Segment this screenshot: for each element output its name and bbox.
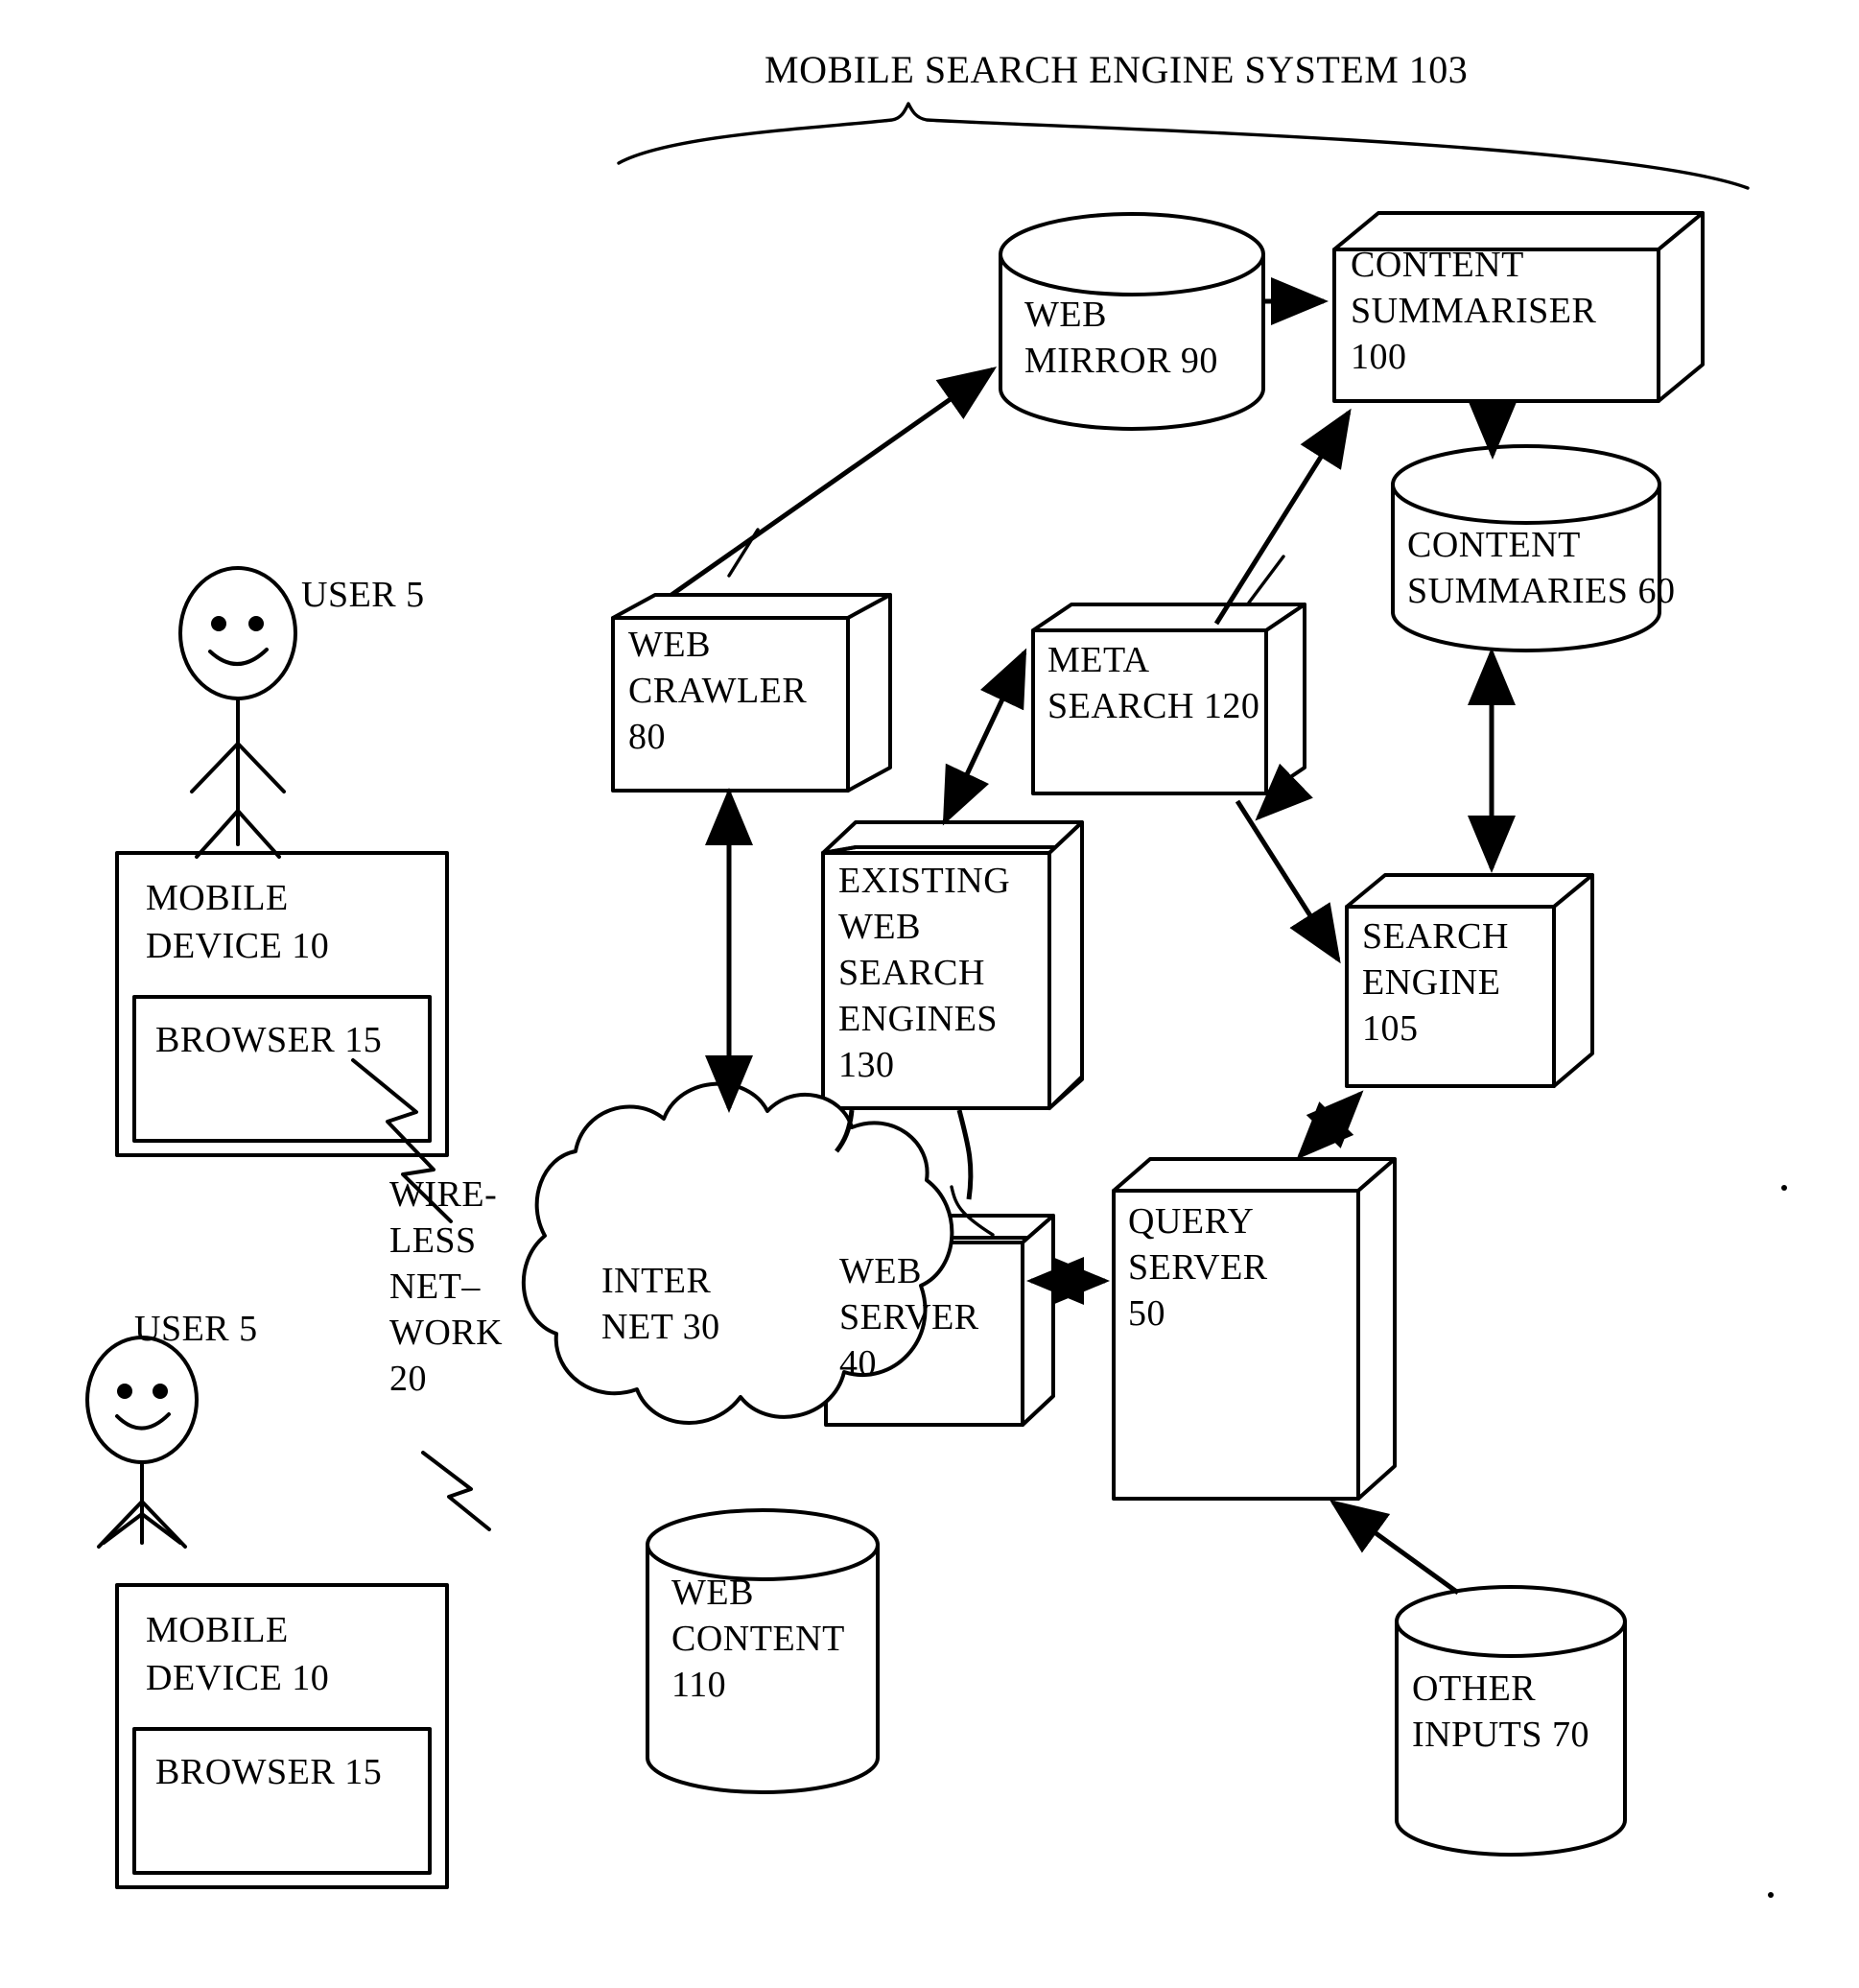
web-content-line2: CONTENT	[671, 1619, 845, 1659]
mobile-device-top-label-line2: DEVICE 10	[146, 926, 329, 966]
wireless-network-line1: WIRE-	[389, 1174, 497, 1215]
search-engine-line2: ENGINE	[1362, 962, 1500, 1003]
connector-crawler-to-mirror	[670, 367, 998, 598]
system-brace	[617, 102, 1750, 190]
content-summaries-line1: CONTENT	[1407, 525, 1581, 565]
existing-engines-line3: SEARCH	[838, 953, 985, 993]
web-crawler-line3: 80	[628, 717, 666, 757]
web-content-line1: WEB	[671, 1573, 754, 1613]
web-mirror-line1: WEB	[1024, 295, 1107, 335]
content-summariser-line3: 100	[1351, 337, 1407, 377]
browser-top-label: BROWSER 15	[155, 1020, 382, 1060]
connector-metasearch-to-existingengines	[942, 648, 1027, 826]
web-crawler-line1: WEB	[628, 625, 711, 665]
search-engine-line1: SEARCH	[1362, 916, 1509, 957]
web-server-line1: WEB	[839, 1251, 922, 1291]
connector-otherinputs-to-queryserver	[1329, 1500, 1460, 1596]
mobile-device-bottom-label-line2: DEVICE 10	[146, 1658, 329, 1698]
wireless-network-line4: WORK	[389, 1313, 503, 1353]
mobile-device-top-label-line1: MOBILE	[146, 878, 289, 918]
wireless-network-line5: 20	[389, 1359, 427, 1399]
connector-queryserver-to-searchengine	[1296, 1090, 1364, 1160]
query-server-line2: SERVER	[1128, 1247, 1268, 1288]
connector-metasearch-to-searchengine	[1235, 763, 1341, 964]
meta-search-line2: SEARCH 120	[1047, 686, 1259, 726]
existing-engines-line1: EXISTING	[838, 861, 1010, 901]
meta-search-line1: META	[1047, 640, 1150, 680]
existing-engines-line2: WEB	[838, 907, 921, 947]
existing-engines-line4: ENGINES	[838, 999, 998, 1039]
user-bottom-label: USER 5	[134, 1309, 258, 1349]
web-crawler-line2: CRAWLER	[628, 671, 807, 711]
search-engine-line3: 105	[1362, 1008, 1419, 1049]
leader-webserver-cloud	[950, 1185, 995, 1237]
wireless-link-bottom-lightning	[421, 1451, 491, 1531]
existing-engines-line5: 130	[838, 1045, 895, 1085]
scan-artifact-dot	[1768, 1892, 1774, 1898]
user-top-figure	[178, 566, 297, 859]
web-content-line3: 110	[671, 1665, 726, 1705]
user-top-label: USER 5	[301, 575, 425, 615]
mobile-device-bottom-label-line1: MOBILE	[146, 1610, 289, 1650]
other-inputs-line2: INPUTS 70	[1412, 1715, 1589, 1755]
content-summariser-line1: CONTENT	[1351, 245, 1524, 285]
content-summariser-line2: SUMMARISER	[1351, 291, 1596, 331]
wireless-network-line3: NET–	[389, 1266, 481, 1307]
diagram-svg: MOBILE SEARCH ENGINE SYSTEM 103 USER 5 U…	[85, 48, 1787, 1898]
query-server-line1: QUERY	[1128, 1201, 1254, 1242]
browser-bottom-label: BROWSER 15	[155, 1752, 382, 1792]
internet-line2: NET 30	[601, 1307, 720, 1347]
figure-title: MOBILE SEARCH ENGINE SYSTEM 103	[765, 48, 1468, 91]
user-bottom-figure	[85, 1336, 199, 1549]
other-inputs-line1: OTHER	[1412, 1668, 1536, 1709]
scan-artifact-dot	[1781, 1185, 1787, 1191]
web-server-line2: SERVER	[839, 1297, 979, 1337]
connector-metasearch-to-summariser	[1213, 408, 1352, 626]
content-summaries-line2: SUMMARIES 60	[1407, 571, 1675, 611]
wireless-network-line2: LESS	[389, 1220, 477, 1261]
figure-canvas: MOBILE SEARCH ENGINE SYSTEM 103 USER 5 U…	[0, 0, 1859, 1988]
internet-line1: INTER	[601, 1261, 712, 1301]
web-mirror-line2: MIRROR 90	[1024, 341, 1218, 381]
query-server-line3: 50	[1128, 1293, 1165, 1334]
web-server-line3: 40	[839, 1343, 877, 1384]
